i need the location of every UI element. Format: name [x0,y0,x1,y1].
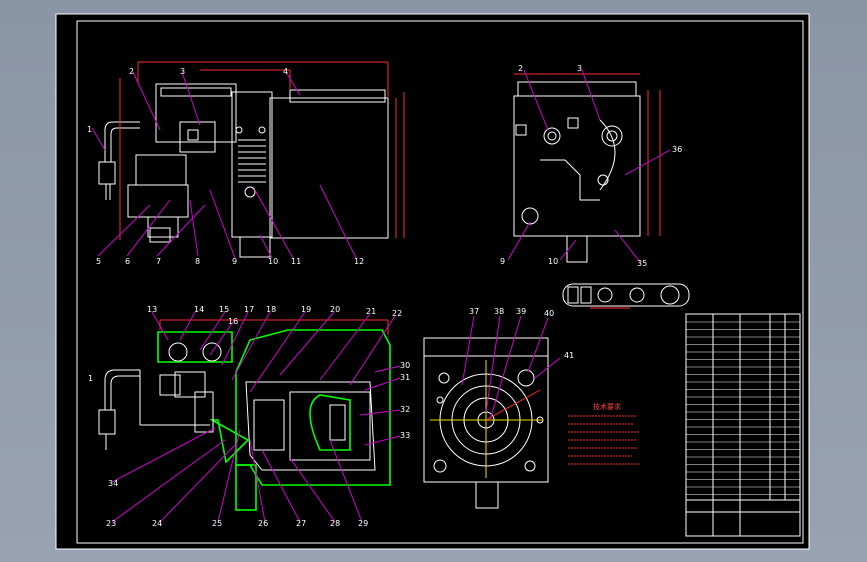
part-label: 4 [283,67,288,76]
part-label: 35 [637,259,647,268]
part-label: 32 [400,405,410,414]
part-label: 30 [400,361,410,370]
part-label: 8 [195,257,200,266]
part-label: 21 [366,307,376,316]
part-label: 7 [156,257,161,266]
cad-drawing: 1 2 3 4 5 6 7 8 9 10 11 12 2 3 36 9 10 3… [55,13,810,550]
part-label: 10 [268,257,278,266]
part-label: 28 [330,519,340,528]
outer-border [55,13,810,550]
part-label: 27 [296,519,306,528]
part-label: 16 [228,317,238,326]
part-label: 19 [301,305,311,314]
part-label: 26 [258,519,268,528]
part-label: 9 [500,257,505,266]
part-label: 25 [212,519,222,528]
part-label: 24 [152,519,162,528]
part-label: 10 [548,257,558,266]
part-label: 29 [358,519,368,528]
part-label: 11 [291,257,301,266]
part-label: 18 [266,305,276,314]
part-label: 6 [125,257,130,266]
part-label: 2 [129,67,134,76]
part-label: 31 [400,373,410,382]
part-label: 9 [232,257,237,266]
part-label: 36 [672,145,682,154]
tech-req-title: 技术要求 [593,402,621,411]
part-label: 33 [400,431,410,440]
part-label: 37 [469,307,479,316]
part-label: 38 [494,307,504,316]
part-label: 2 [518,64,523,73]
part-label: 3 [577,64,582,73]
part-label: 34 [108,479,118,488]
part-label: 5 [96,257,101,266]
part-label: 12 [354,257,364,266]
part-label: 13 [147,305,157,314]
part-label: 17 [244,305,254,314]
part-label: 41 [564,351,574,360]
part-label: 40 [544,309,554,318]
part-label: 14 [194,305,204,314]
part-label: 1 [88,374,93,383]
part-label: 1 [87,125,92,134]
part-label: 22 [392,309,402,318]
part-label: 15 [219,305,229,314]
cad-viewport: 1 2 3 4 5 6 7 8 9 10 11 12 2 3 36 9 10 3… [0,0,867,562]
part-label: 23 [106,519,116,528]
part-label: 3 [180,67,185,76]
part-label: 20 [330,305,340,314]
part-label: 39 [516,307,526,316]
